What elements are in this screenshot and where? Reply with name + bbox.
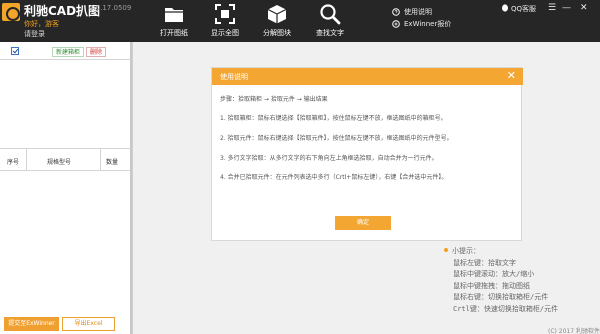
find-text-button[interactable]: 查找文字: [303, 3, 357, 41]
folder-icon: [165, 8, 183, 22]
dialog-item-4: 4. 合并已拾取元件：在元件列表选中多行（Crtl+鼠标左键），右键【合并选中元…: [220, 174, 448, 181]
dialog-title: 使用说明: [220, 73, 248, 81]
qq-icon: [502, 4, 508, 12]
quote-icon: [392, 20, 400, 28]
column-separator: [26, 148, 27, 170]
dialog-steps: 步骤：拾取箱柜 → 拾取元件 → 输出结果: [220, 96, 328, 103]
divider: [0, 148, 133, 149]
cube-icon: [267, 5, 287, 24]
menu-icon[interactable]: ☰: [548, 4, 556, 13]
column-header-quantity[interactable]: 数量: [106, 157, 118, 166]
login-link[interactable]: 请登录: [24, 29, 45, 39]
divider: [0, 59, 133, 60]
help-icon: [392, 8, 400, 16]
explode-block-button[interactable]: 分解图块: [250, 3, 304, 41]
app-logo: [2, 3, 20, 21]
send-to-exwinner-button[interactable]: 提交至ExWinner: [4, 317, 59, 331]
exwinner-quote-link[interactable]: ExWinner报价: [404, 19, 451, 29]
tip-bullet-icon: [444, 248, 448, 252]
help-link[interactable]: 使用说明: [404, 7, 432, 17]
new-cabinet-button[interactable]: 新建箱柜: [52, 47, 85, 57]
minimize-icon[interactable]: —: [562, 4, 571, 13]
dialog-item-3: 3. 多行文字拾取：从多行文字的右下角向左上角框选拾取，自动合并为一行元件。: [220, 155, 438, 162]
greeting-text: 你好，游客: [24, 20, 59, 28]
ok-button[interactable]: 确定: [335, 216, 391, 230]
dialog-header: 使用说明 ✕: [212, 68, 523, 85]
explode-block-label: 分解图块: [263, 29, 291, 37]
fit-view-icon: [215, 4, 235, 24]
close-icon[interactable]: ✕: [507, 70, 516, 82]
title-bar: 利驰CAD扒图 4.0.17.0509 你好，游客 请登录 打开图纸 显示全图 …: [0, 0, 600, 42]
column-header-model[interactable]: 规格型号: [47, 157, 71, 166]
open-drawing-button[interactable]: 打开图纸: [147, 3, 201, 41]
export-excel-button[interactable]: 导出Excel: [62, 317, 115, 331]
column-header-index[interactable]: 序号: [7, 157, 19, 166]
dialog-item-2: 2. 拾取元件：鼠标右键选择【拾取元件】，按住鼠标左键不放，框选图纸中的元件型号…: [220, 135, 453, 142]
divider: [0, 170, 133, 171]
show-all-label: 显示全图: [211, 29, 239, 37]
copyright-text: (C) 2017 利驰软件: [548, 328, 600, 334]
search-icon: [320, 4, 341, 25]
qq-service-link[interactable]: QQ客服: [511, 4, 536, 14]
open-drawing-label: 打开图纸: [160, 29, 188, 37]
find-text-label: 查找文字: [316, 29, 344, 37]
instructions-dialog: 使用说明 ✕ 步骤：拾取箱柜 → 拾取元件 → 输出结果 1. 拾取箱柜：鼠标右…: [211, 67, 523, 241]
column-separator: [100, 148, 101, 170]
tip-line: 鼠标中键拖拽：拖动图纸: [453, 282, 530, 290]
close-icon[interactable]: ✕: [580, 4, 588, 13]
tip-line: 鼠标左键：拾取文字: [453, 259, 516, 267]
delete-button[interactable]: 删除: [86, 47, 107, 57]
tip-line: 鼠标右键：切换拾取箱柜/元件: [453, 293, 549, 301]
tip-line: 鼠标中键滚动：放大/缩小: [453, 270, 535, 278]
left-panel: 新建箱柜 删除 序号 规格型号 数量: [0, 42, 133, 334]
tip-line: Crtl键：快速切换拾取箱柜/元件: [453, 305, 559, 313]
app-version: 4.0.17.0509: [89, 4, 132, 12]
dialog-item-1: 1. 拾取箱柜：鼠标右键选择【拾取箱柜】，按住鼠标左键不放，框选图纸中的箱柜号。: [220, 115, 447, 122]
select-all-checkbox[interactable]: [11, 47, 19, 55]
tips-heading: 小提示：: [452, 247, 480, 255]
panel-splitter[interactable]: [130, 42, 132, 334]
show-all-button[interactable]: 显示全图: [198, 3, 252, 41]
